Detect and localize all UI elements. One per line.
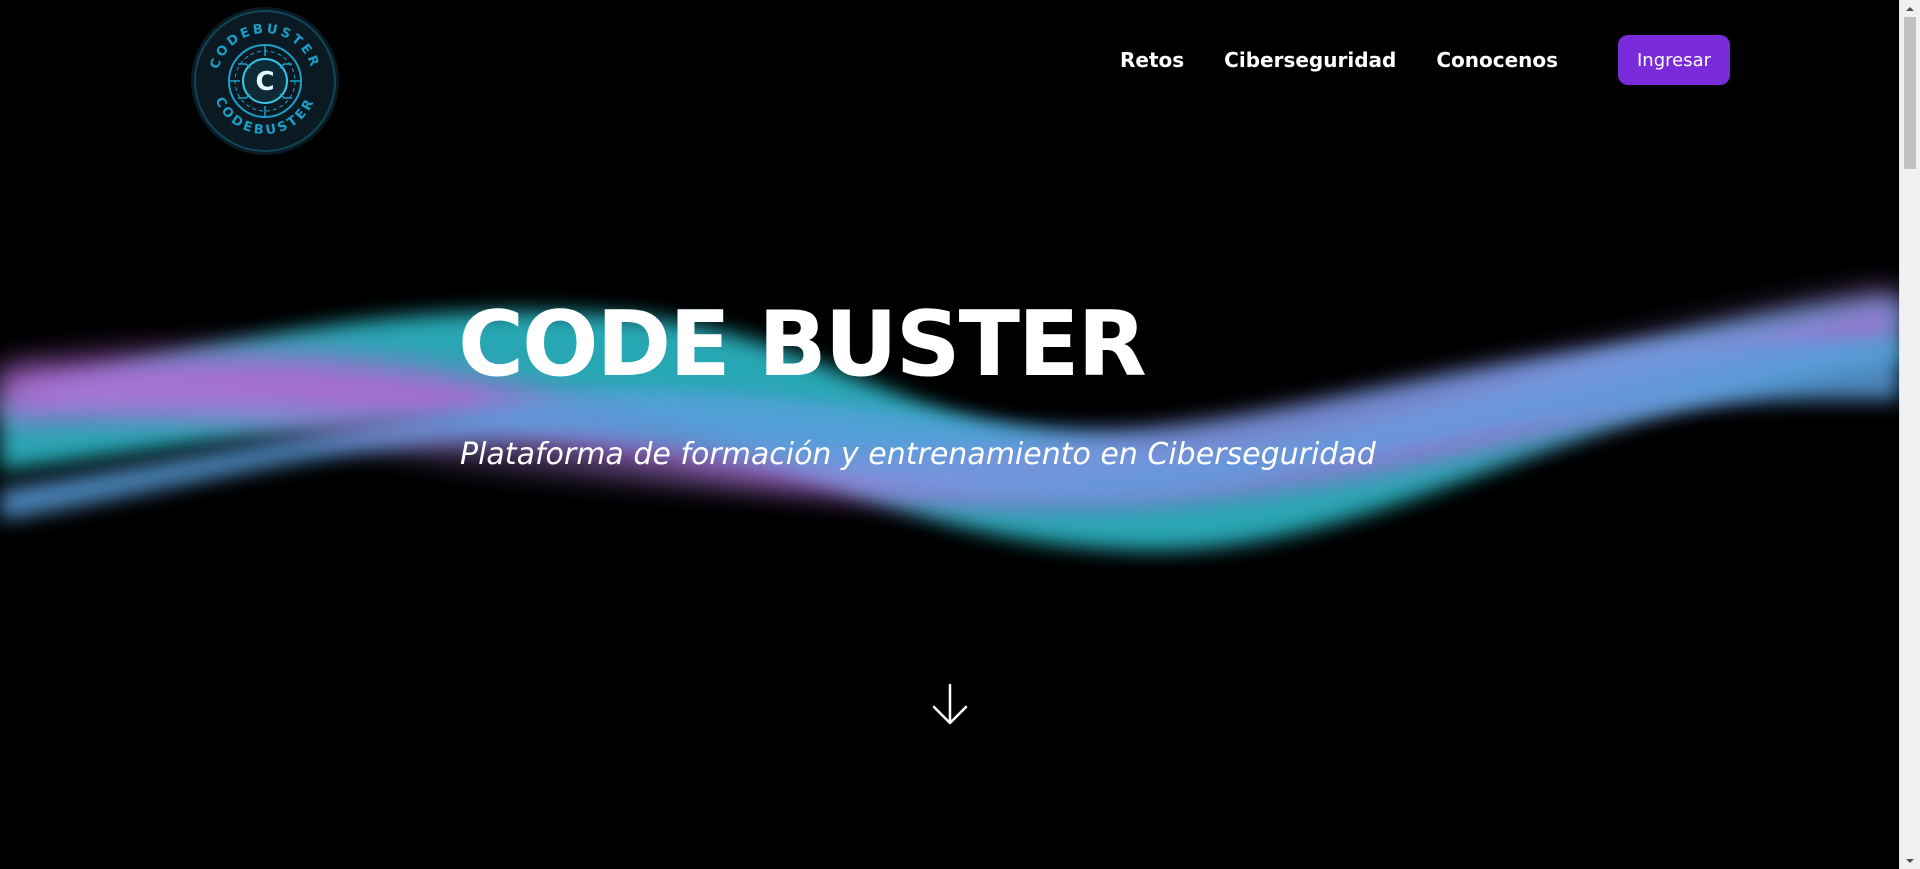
- arrow-down-icon[interactable]: [930, 683, 970, 727]
- viewport: CODEBUSTER CODEBUSTER C Retos Cibersegur…: [0, 0, 1900, 869]
- chevron-down-icon[interactable]: [1900, 852, 1920, 869]
- brand-logo[interactable]: CODEBUSTER CODEBUSTER C: [190, 6, 340, 156]
- nav-link-conocenos[interactable]: Conocenos: [1436, 48, 1558, 72]
- chevron-up-icon[interactable]: [1900, 0, 1920, 17]
- vertical-scrollbar[interactable]: [1899, 0, 1920, 869]
- nav-link-retos[interactable]: Retos: [1120, 48, 1184, 72]
- hero-subtitle: Plataforma de formación y entrenamiento …: [460, 437, 1376, 472]
- scrollbar-thumb[interactable]: [1904, 17, 1916, 169]
- login-button[interactable]: Ingresar: [1618, 35, 1730, 85]
- logo-glyph: C: [255, 67, 274, 97]
- hero-title: CODE BUSTER: [458, 292, 1147, 397]
- page: CODEBUSTER CODEBUSTER C Retos Cibersegur…: [0, 0, 1920, 869]
- nav-link-ciberseguridad[interactable]: Ciberseguridad: [1224, 48, 1396, 72]
- main-nav: Retos Ciberseguridad Conocenos: [1120, 34, 1558, 86]
